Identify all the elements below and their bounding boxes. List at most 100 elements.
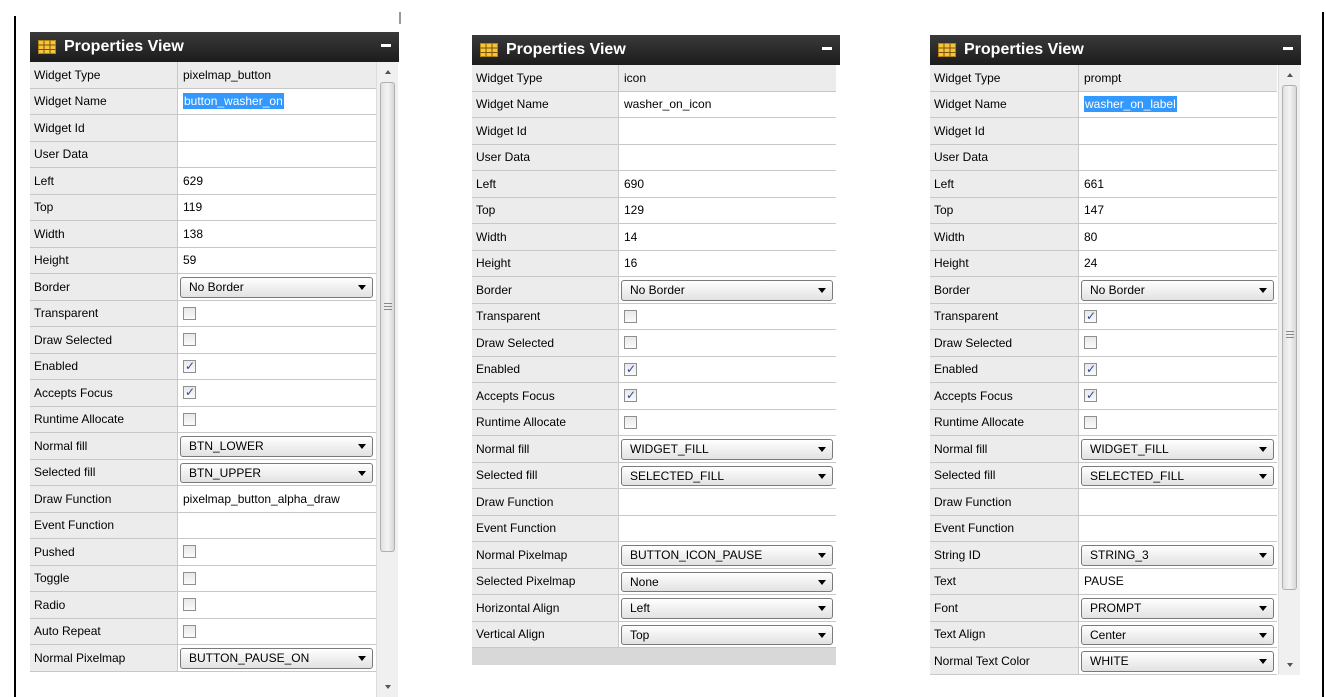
scroll-up-icon[interactable] [1286, 73, 1293, 77]
chevron-down-icon[interactable] [358, 444, 366, 450]
dropdown-box[interactable]: No Border [180, 277, 373, 298]
property-dropdown[interactable]: No Border [1079, 277, 1277, 303]
property-input[interactable]: 119 [178, 194, 376, 220]
property-input[interactable] [619, 515, 836, 541]
property-dropdown[interactable]: Center [1079, 621, 1277, 647]
property-input[interactable] [178, 141, 376, 167]
minimize-icon[interactable] [1283, 47, 1293, 50]
dropdown-box[interactable]: BTN_LOWER [180, 436, 373, 457]
checkbox[interactable] [624, 415, 637, 429]
property-input[interactable] [1079, 489, 1277, 515]
property-dropdown[interactable]: BUTTON_PAUSE_ON [178, 645, 376, 671]
property-input[interactable]: 16 [619, 250, 836, 276]
property-dropdown[interactable]: PROMPT [1079, 595, 1277, 621]
vertical-scrollbar[interactable] [1278, 65, 1300, 675]
checkbox[interactable]: ✓ [1084, 362, 1097, 376]
checkbox[interactable] [183, 571, 196, 585]
checkbox[interactable] [183, 306, 196, 320]
checkbox[interactable] [183, 545, 196, 559]
property-input[interactable]: 59 [178, 247, 376, 273]
property-dropdown[interactable]: STRING_3 [1079, 542, 1277, 568]
property-dropdown[interactable]: Top [619, 621, 836, 647]
scroll-down-icon[interactable] [384, 685, 391, 689]
chevron-down-icon[interactable] [1259, 288, 1267, 294]
dropdown-box[interactable]: No Border [1081, 280, 1274, 301]
chevron-down-icon[interactable] [818, 579, 826, 585]
checkbox[interactable] [183, 624, 196, 638]
checkbox[interactable] [1084, 336, 1097, 350]
property-input[interactable]: washer_on_icon [619, 91, 836, 117]
property-input[interactable]: 629 [178, 168, 376, 194]
chevron-down-icon[interactable] [1259, 447, 1267, 453]
chevron-down-icon[interactable] [358, 470, 366, 476]
property-dropdown[interactable]: Left [619, 595, 836, 621]
property-input[interactable] [1079, 118, 1277, 144]
checkbox[interactable] [624, 336, 637, 350]
property-dropdown[interactable]: WIDGET_FILL [1079, 436, 1277, 462]
checkbox[interactable] [183, 598, 196, 612]
dropdown-box[interactable]: WHITE [1081, 651, 1274, 672]
dropdown-box[interactable]: WIDGET_FILL [1081, 439, 1274, 460]
property-dropdown[interactable]: No Border [178, 274, 376, 300]
checkbox[interactable] [183, 412, 196, 426]
chevron-down-icon[interactable] [818, 553, 826, 559]
chevron-down-icon[interactable] [1259, 473, 1267, 479]
chevron-down-icon[interactable] [818, 606, 826, 612]
dropdown-box[interactable]: None [621, 571, 833, 592]
property-input[interactable]: washer_on_label [1079, 91, 1277, 117]
property-dropdown[interactable]: SELECTED_FILL [619, 462, 836, 488]
checkbox[interactable]: ✓ [624, 362, 637, 376]
checkbox[interactable] [183, 333, 196, 347]
property-input[interactable]: PAUSE [1079, 568, 1277, 594]
chevron-down-icon[interactable] [818, 447, 826, 453]
dropdown-box[interactable]: BTN_UPPER [180, 462, 373, 483]
dropdown-box[interactable]: No Border [621, 280, 833, 301]
chevron-down-icon[interactable] [1259, 659, 1267, 665]
scroll-down-icon[interactable] [1286, 663, 1293, 667]
checkbox[interactable]: ✓ [183, 385, 196, 400]
property-dropdown[interactable]: None [619, 568, 836, 594]
property-dropdown[interactable]: BTN_UPPER [178, 459, 376, 485]
chevron-down-icon[interactable] [358, 656, 366, 662]
scrollbar-thumb[interactable] [380, 82, 395, 552]
checkbox[interactable]: ✓ [624, 388, 637, 403]
chevron-down-icon[interactable] [818, 632, 826, 638]
dropdown-box[interactable]: WIDGET_FILL [621, 439, 833, 460]
dropdown-box[interactable]: STRING_3 [1081, 545, 1274, 566]
checkbox[interactable]: ✓ [183, 359, 196, 373]
dropdown-box[interactable]: BUTTON_ICON_PAUSE [621, 545, 833, 566]
checkbox[interactable]: ✓ [1084, 309, 1097, 323]
chevron-down-icon[interactable] [1259, 553, 1267, 559]
property-input[interactable] [178, 115, 376, 141]
property-input[interactable]: 147 [1079, 197, 1277, 223]
dropdown-box[interactable]: Top [621, 624, 833, 645]
property-input[interactable]: button_washer_on [178, 88, 376, 114]
checkbox[interactable]: ✓ [1084, 388, 1097, 403]
dropdown-box[interactable]: Left [621, 598, 833, 619]
property-input[interactable]: 661 [1079, 171, 1277, 197]
property-input[interactable]: 14 [619, 224, 836, 250]
dropdown-box[interactable]: Center [1081, 624, 1274, 645]
chevron-down-icon[interactable] [358, 285, 366, 291]
property-dropdown[interactable]: WHITE [1079, 648, 1277, 674]
property-input[interactable]: 80 [1079, 224, 1277, 250]
minimize-icon[interactable] [381, 44, 391, 47]
checkbox[interactable] [1084, 415, 1097, 429]
property-input[interactable] [619, 118, 836, 144]
dropdown-box[interactable]: SELECTED_FILL [621, 465, 833, 486]
property-input[interactable] [619, 489, 836, 515]
property-dropdown[interactable]: WIDGET_FILL [619, 436, 836, 462]
minimize-icon[interactable] [822, 47, 832, 50]
property-input[interactable] [178, 512, 376, 538]
property-input[interactable]: 138 [178, 221, 376, 247]
property-input[interactable]: 24 [1079, 250, 1277, 276]
property-input[interactable]: pixelmap_button_alpha_draw [178, 486, 376, 512]
chevron-down-icon[interactable] [1259, 606, 1267, 612]
dropdown-box[interactable]: SELECTED_FILL [1081, 465, 1274, 486]
scroll-up-icon[interactable] [384, 70, 391, 74]
chevron-down-icon[interactable] [818, 288, 826, 294]
scrollbar-thumb[interactable] [1282, 85, 1297, 590]
property-input[interactable] [619, 144, 836, 170]
chevron-down-icon[interactable] [1259, 632, 1267, 638]
vertical-scrollbar[interactable] [376, 62, 398, 697]
